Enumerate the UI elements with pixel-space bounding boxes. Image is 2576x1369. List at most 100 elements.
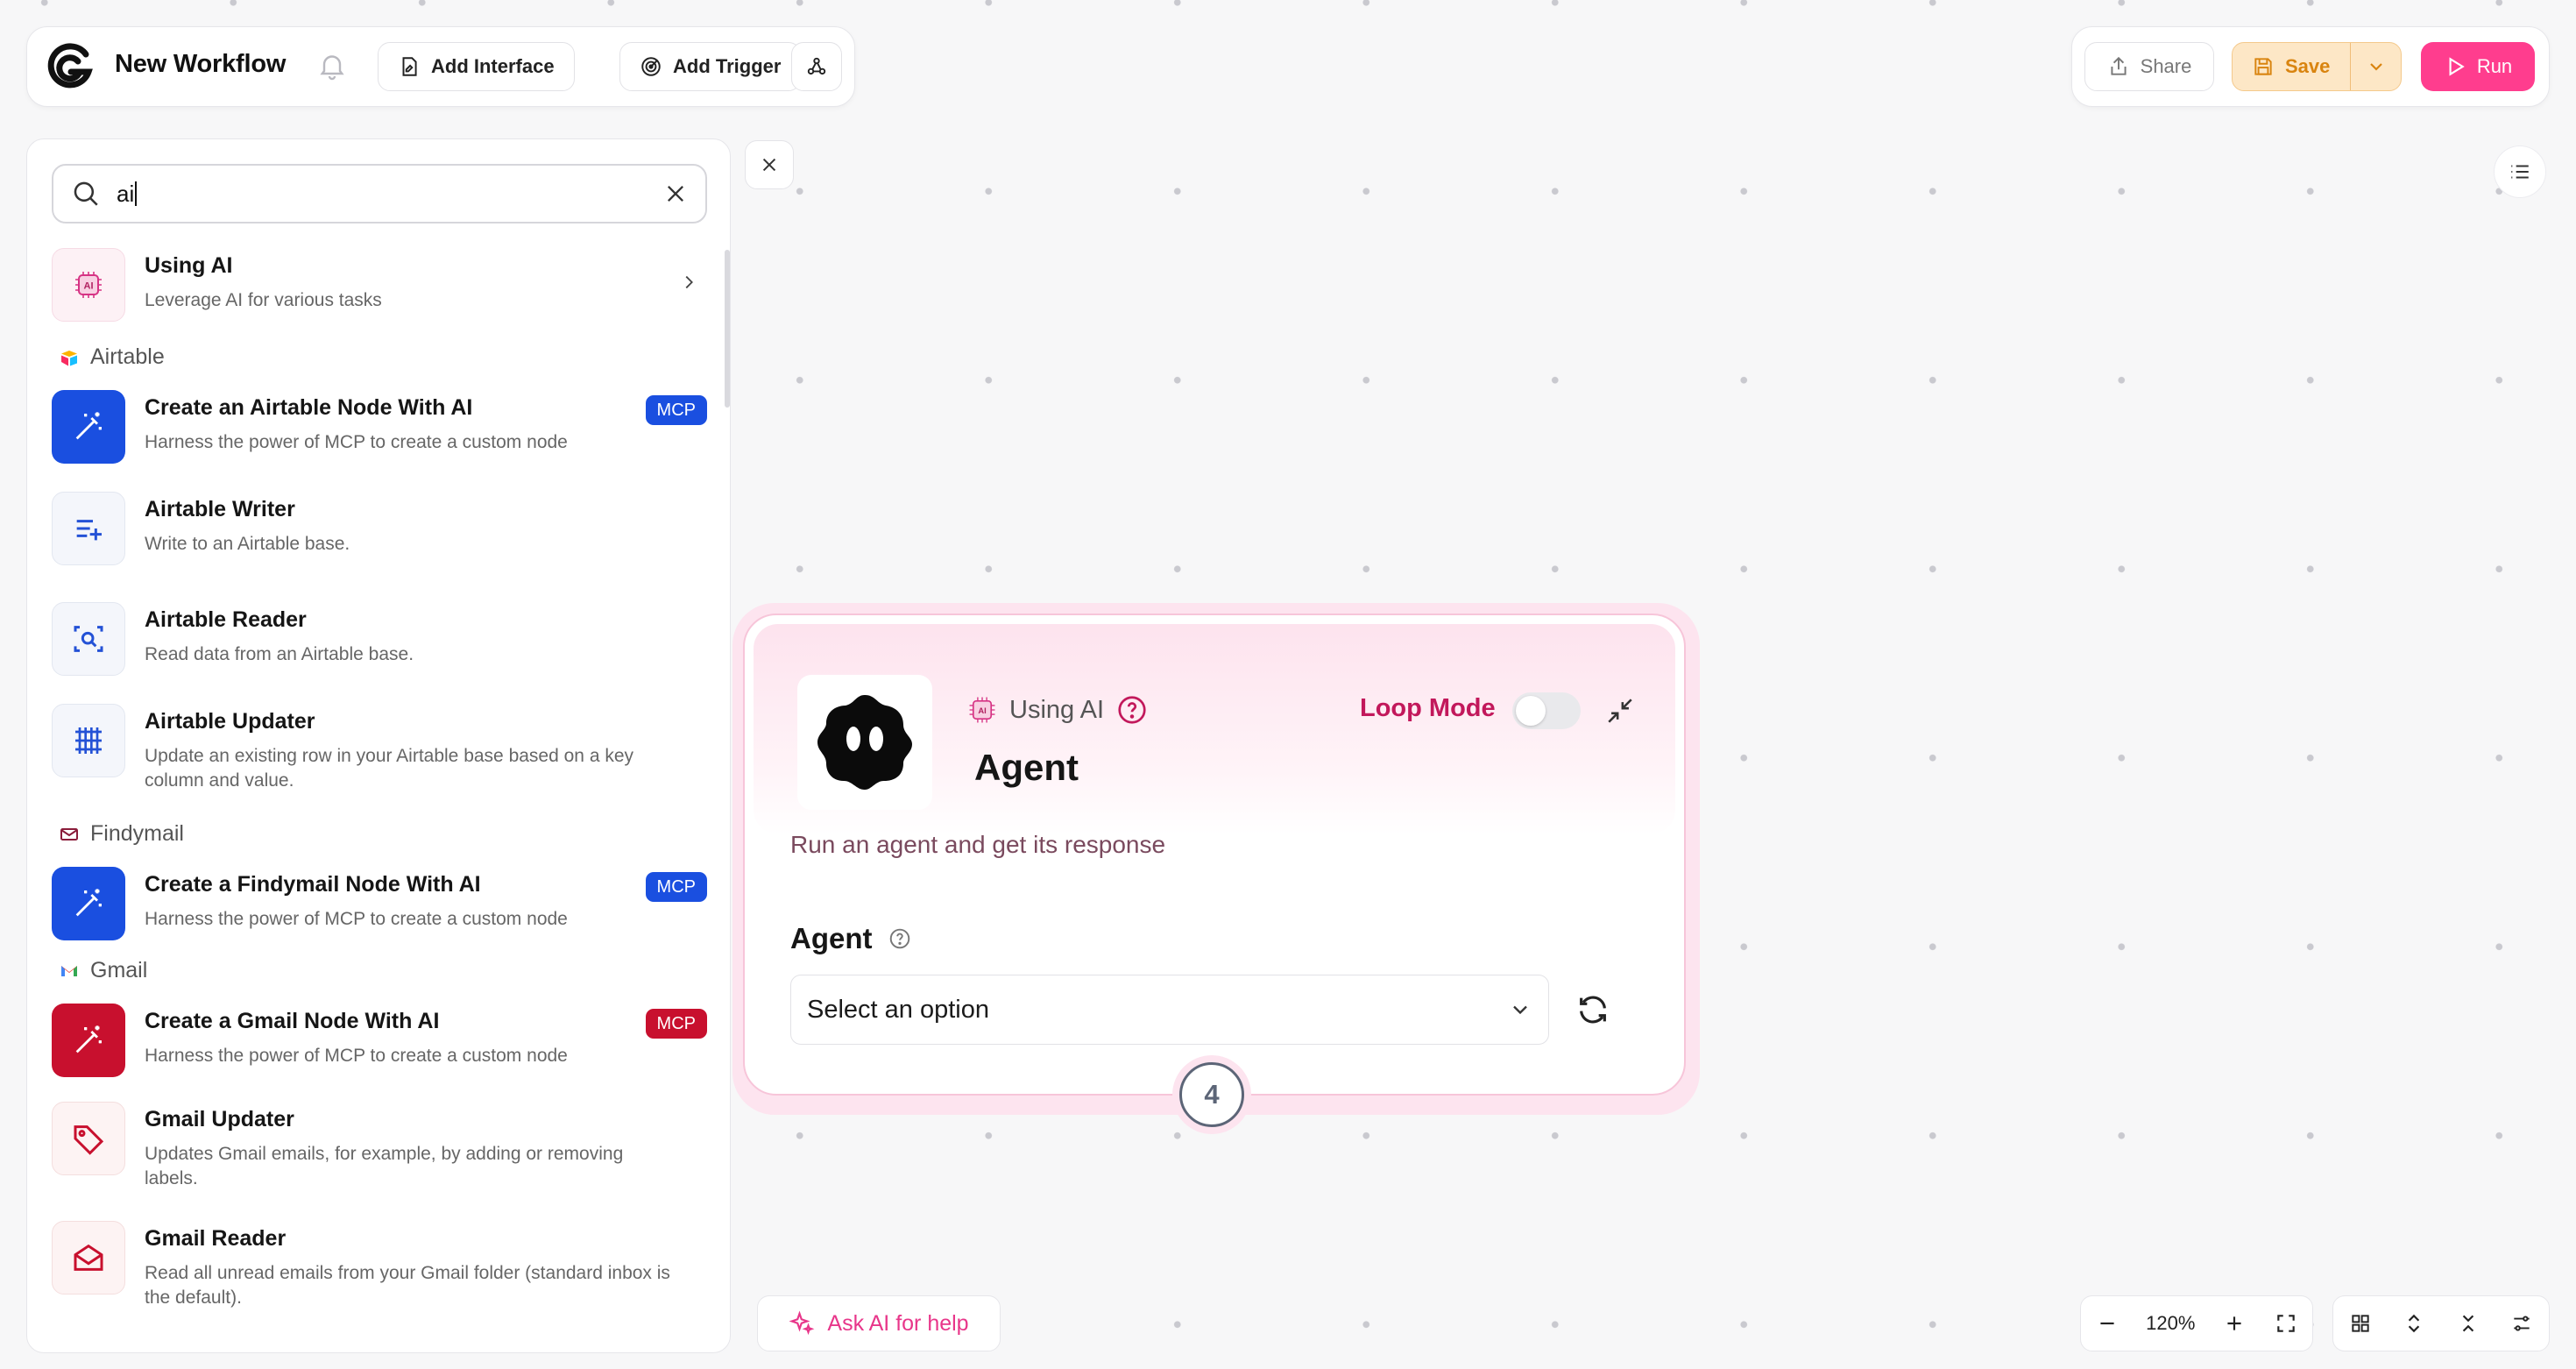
zoom-controls: 120% [2080,1295,2313,1351]
outline-button[interactable] [2494,145,2546,198]
magic-wand-icon [52,867,125,940]
help-circle-icon[interactable] [888,927,911,950]
node-category: AI Using AI [967,694,1148,726]
grid-icon [2352,1315,2369,1332]
field-label-text: Agent [790,922,873,954]
mail-open-icon [52,1221,125,1295]
group-findymail: Findymail [59,821,184,847]
node-search-panel: ai AI Using AI Leverage AI for various t… [26,138,731,1353]
list-item-create-findymail-node[interactable]: Create a Findymail Node With AI Harness … [52,867,707,940]
svg-text:AI: AI [84,281,94,292]
list-item-title: Gmail Reader [145,1226,287,1251]
add-interface-button[interactable]: Add Interface [378,42,575,91]
list-item-desc: Write to an Airtable base. [145,534,350,554]
sliders-icon [2514,1316,2530,1331]
search-icon [74,181,98,206]
list-item-airtable-reader[interactable]: Airtable Reader Read data from an Airtab… [52,602,707,676]
mcp-badge: MCP [645,395,707,425]
list-item-desc: Read all unread emails from your Gmail f… [145,1263,670,1308]
list-item-desc: Harness the power of MCP to create a cus… [145,909,568,929]
toggle-knob [1516,696,1546,726]
list-item-title: Create a Findymail Node With AI [145,872,481,897]
list-item-create-gmail-node[interactable]: Create a Gmail Node With AI Harness the … [52,1004,707,1077]
add-interface-label: Add Interface [431,55,555,77]
node-description: Run an agent and get its response [790,831,1166,858]
zoom-level[interactable]: 120% [2146,1312,2195,1335]
run-button[interactable]: Run [2421,42,2535,91]
list-item-airtable-updater[interactable]: Airtable Updater Update an existing row … [52,704,707,791]
agent-node[interactable]: AI Using AI Agent Loop Mode Run an agent… [743,614,1686,1096]
search-input[interactable]: ai [52,164,707,223]
save-button-group: Save [2232,42,2402,91]
refresh-icon[interactable] [1575,992,1610,1027]
actions-toolbar: Share Save Run [2071,26,2550,107]
list-item-title: Airtable Reader [145,607,307,632]
run-label: Run [2476,55,2513,77]
airtable-logo-icon [61,350,77,365]
canvas-settings-button[interactable] [2509,1310,2535,1337]
step-number-badge[interactable]: 4 [1179,1062,1244,1127]
list-item-create-airtable-node[interactable]: Create an Airtable Node With AI Harness … [52,390,707,464]
bell-icon[interactable] [316,50,348,82]
zoom-in-button[interactable] [2221,1310,2247,1337]
add-trigger-label: Add Trigger [673,55,782,77]
list-item-title: Create an Airtable Node With AI [145,395,473,420]
ask-ai-button[interactable]: Ask AI for help [757,1295,1001,1351]
share-icon [2111,56,2127,75]
chevrons-down-up-icon [2462,1315,2473,1332]
collapse-all-button[interactable] [2455,1310,2481,1337]
play-icon [2449,57,2465,76]
list-item-gmail-updater[interactable]: Gmail Updater Updates Gmail emails, for … [52,1102,707,1189]
layout-grid-button[interactable] [2347,1310,2374,1337]
list-item-desc: Harness the power of MCP to create a cus… [145,432,568,452]
close-panel-button[interactable] [745,140,794,189]
save-icon [2254,58,2272,75]
chevron-right-icon [685,275,693,289]
grid-table-icon [52,704,125,777]
select-placeholder: Select an option [807,995,989,1024]
minimize-icon[interactable] [1605,696,1635,726]
list-item-title: Airtable Writer [145,497,295,521]
agent-field-label: Agent [790,922,911,955]
webhook-button[interactable] [791,42,842,91]
agent-select[interactable]: Select an option [790,975,1549,1045]
list-item-title: Gmail Updater [145,1107,294,1131]
share-label: Share [2140,55,2192,77]
list-item-gmail-reader[interactable]: Gmail Reader Read all unread emails from… [52,1221,707,1309]
help-circle-icon[interactable] [1116,694,1148,726]
zoom-out-button[interactable] [2094,1310,2120,1337]
svg-text:AI: AI [978,706,986,715]
save-options-dropdown[interactable] [2350,43,2401,90]
plus-icon [2227,1316,2241,1330]
add-trigger-button[interactable]: Add Trigger [619,42,802,91]
list-item-desc: Leverage AI for various tasks [145,290,382,310]
gmail-logo-icon [61,965,77,976]
interface-icon [402,57,417,76]
workflow-title[interactable]: New Workflow [115,50,286,79]
search-value: ai [117,181,663,208]
app-logo-icon[interactable] [45,42,94,91]
loop-mode-toggle[interactable] [1512,692,1581,729]
clear-search-icon[interactable] [663,181,688,206]
ai-chip-icon: AI [969,697,995,723]
findymail-logo-icon [60,827,78,841]
share-button[interactable]: Share [2084,42,2214,91]
expand-all-button[interactable] [2401,1310,2427,1337]
loop-mode-label: Loop Mode [1360,694,1496,722]
fit-view-button[interactable] [2273,1310,2299,1337]
ask-ai-label: Ask AI for help [827,1310,969,1336]
list-add-icon [52,492,125,565]
magic-wand-icon [52,390,125,464]
mcp-badge: MCP [645,1009,707,1039]
group-label: Airtable [90,344,165,369]
list-item-airtable-writer[interactable]: Airtable Writer Write to an Airtable bas… [52,492,707,565]
chevrons-up-down-icon [2409,1314,2420,1333]
save-label: Save [2285,55,2331,77]
list-item-desc: Updates Gmail emails, for example, by ad… [145,1144,624,1188]
list-item-using-ai[interactable]: AI Using AI Leverage AI for various task… [52,248,707,327]
group-label: Findymail [90,821,184,846]
save-button[interactable]: Save [2233,43,2350,90]
list-item-title: Airtable Updater [145,709,315,734]
close-icon [762,158,776,172]
panel-scrollbar[interactable] [725,250,730,408]
